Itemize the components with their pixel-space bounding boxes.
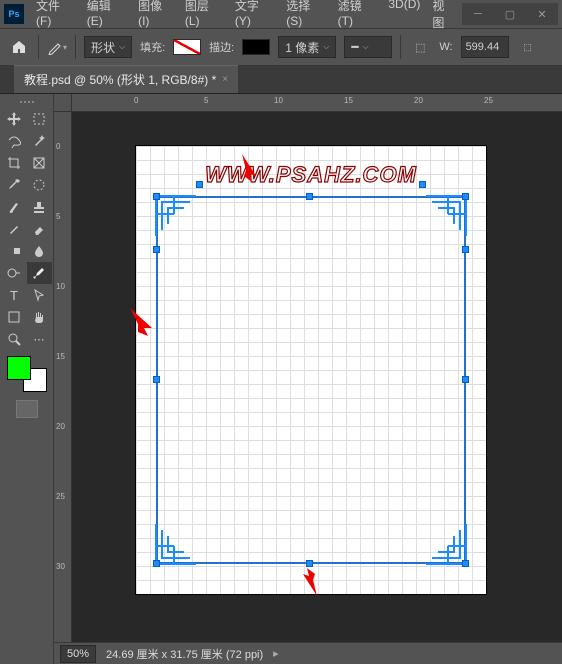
handle[interactable] [153, 246, 160, 253]
annotation-arrow [236, 152, 268, 184]
lasso-tool[interactable] [2, 130, 27, 152]
shape-border[interactable] [156, 196, 466, 564]
shape-tool[interactable] [2, 306, 27, 328]
handle[interactable] [306, 193, 313, 200]
maximize-button[interactable]: ▢ [494, 3, 526, 25]
stroke-swatch[interactable] [242, 39, 270, 55]
toolbox: T ⋯ [0, 94, 54, 664]
document-tab[interactable]: 教程.psd @ 50% (形状 1, RGB/8#) * × [14, 65, 238, 93]
handle[interactable] [153, 376, 160, 383]
brush-tool[interactable] [2, 196, 27, 218]
app-logo: Ps [4, 4, 24, 24]
toolbox-grip[interactable] [7, 98, 47, 106]
menu-image[interactable]: 图像(I) [132, 0, 179, 35]
menu-filter[interactable]: 滤镜(T) [332, 0, 383, 35]
artboard-tool[interactable] [27, 108, 52, 130]
handle[interactable] [462, 560, 469, 567]
handle[interactable] [462, 246, 469, 253]
link-icon[interactable]: ⬚ [517, 36, 539, 58]
divider [75, 35, 76, 59]
titlebar: Ps 文件(F) 编辑(E) 图像(I) 图层(L) 文字(Y) 选择(S) 滤… [0, 0, 562, 28]
move-tool[interactable] [2, 108, 27, 130]
hand-tool[interactable] [27, 306, 52, 328]
foreground-color[interactable] [7, 356, 31, 380]
status-caret-icon[interactable]: ▸ [273, 647, 279, 660]
tab-strip: 教程.psd @ 50% (形状 1, RGB/8#) * × [0, 66, 562, 94]
handle[interactable] [196, 181, 203, 188]
handle[interactable] [419, 181, 426, 188]
home-icon[interactable] [8, 36, 30, 58]
document-canvas[interactable]: WWW.PSAHZ.COM [136, 146, 486, 594]
chevron-down-icon: ⌵ [119, 42, 125, 52]
menu-text[interactable]: 文字(Y) [229, 0, 280, 35]
canvas-area: 0 5 10 15 20 25 0 5 10 15 20 25 30 WWW.P… [54, 94, 562, 664]
zoom-tool[interactable] [2, 328, 27, 350]
ruler-vertical[interactable]: 0 5 10 15 20 25 30 [54, 112, 72, 664]
status-bar: 50% 24.69 厘米 x 31.75 厘米 (72 ppi) ▸ [54, 642, 562, 664]
menu-edit[interactable]: 编辑(E) [81, 0, 132, 35]
corner-ornament-tr[interactable] [424, 194, 468, 238]
zoom-field[interactable]: 50% [60, 645, 96, 663]
stroke-width-field[interactable]: 1 像素⌵ [278, 36, 336, 58]
gradient-tool[interactable] [2, 240, 27, 262]
width-field[interactable]: 599.44 [461, 36, 509, 58]
annotation-arrow [291, 566, 323, 598]
blur-tool[interactable] [27, 240, 52, 262]
ruler-horizontal[interactable]: 0 5 10 15 20 25 [72, 94, 562, 112]
menu-file[interactable]: 文件(F) [30, 0, 81, 35]
dodge-tool[interactable] [2, 262, 27, 284]
fill-swatch[interactable] [173, 39, 201, 55]
divider [38, 35, 39, 59]
minimize-button[interactable]: ─ [462, 3, 494, 25]
handle[interactable] [462, 376, 469, 383]
fill-label: 填充: [140, 39, 165, 55]
eraser-tool[interactable] [27, 218, 52, 240]
menubar: 文件(F) 编辑(E) 图像(I) 图层(L) 文字(Y) 选择(S) 滤镜(T… [30, 0, 462, 35]
stamp-tool[interactable] [27, 196, 52, 218]
close-tab-icon[interactable]: × [222, 74, 228, 85]
patch-tool[interactable] [27, 174, 52, 196]
pen-tool[interactable] [27, 262, 52, 284]
close-button[interactable]: ✕ [526, 3, 558, 25]
menu-select[interactable]: 选择(S) [280, 0, 331, 35]
eyedropper-tool[interactable] [2, 174, 27, 196]
annotation-arrow [128, 306, 160, 338]
stroke-label: 描边: [209, 39, 234, 55]
stroke-style-dropdown[interactable]: ━⌵ [344, 36, 392, 58]
handle[interactable] [153, 560, 160, 567]
svg-text:T: T [10, 288, 18, 302]
mode-dropdown[interactable]: 形状⌵ [84, 36, 132, 58]
quickmask-row [16, 400, 38, 418]
menu-layer[interactable]: 图层(L) [179, 0, 229, 35]
doc-dimensions: 24.69 厘米 x 31.75 厘米 (72 ppi) [106, 646, 263, 662]
crop-tool[interactable] [2, 152, 27, 174]
handle[interactable] [153, 193, 160, 200]
magic-wand-tool[interactable] [27, 130, 52, 152]
viewport[interactable]: WWW.PSAHZ.COM [72, 112, 562, 642]
width-label: W: [439, 41, 452, 53]
pen-tool-indicator[interactable]: ▾ [47, 37, 67, 57]
corner-ornament-bl[interactable] [154, 522, 198, 566]
handle[interactable] [462, 193, 469, 200]
window-controls: ─ ▢ ✕ [462, 3, 558, 25]
text-tool[interactable]: T [2, 284, 27, 306]
divider [400, 35, 401, 59]
path-select-tool[interactable] [27, 284, 52, 306]
more-tools[interactable]: ⋯ [27, 328, 52, 350]
menu-view[interactable]: 视图 [426, 0, 462, 35]
ruler-corner [54, 94, 72, 112]
color-swatches[interactable] [5, 356, 49, 392]
corner-ornament-tl[interactable] [154, 194, 198, 238]
standard-mode[interactable] [16, 400, 38, 418]
menu-3d[interactable]: 3D(D) [382, 0, 426, 35]
chain-icon[interactable]: ⬚ [409, 36, 431, 58]
frame-tool[interactable] [27, 152, 52, 174]
workspace: T ⋯ 0 5 10 15 20 25 0 5 10 15 20 25 30 [0, 94, 562, 664]
history-brush-tool[interactable] [2, 218, 27, 240]
